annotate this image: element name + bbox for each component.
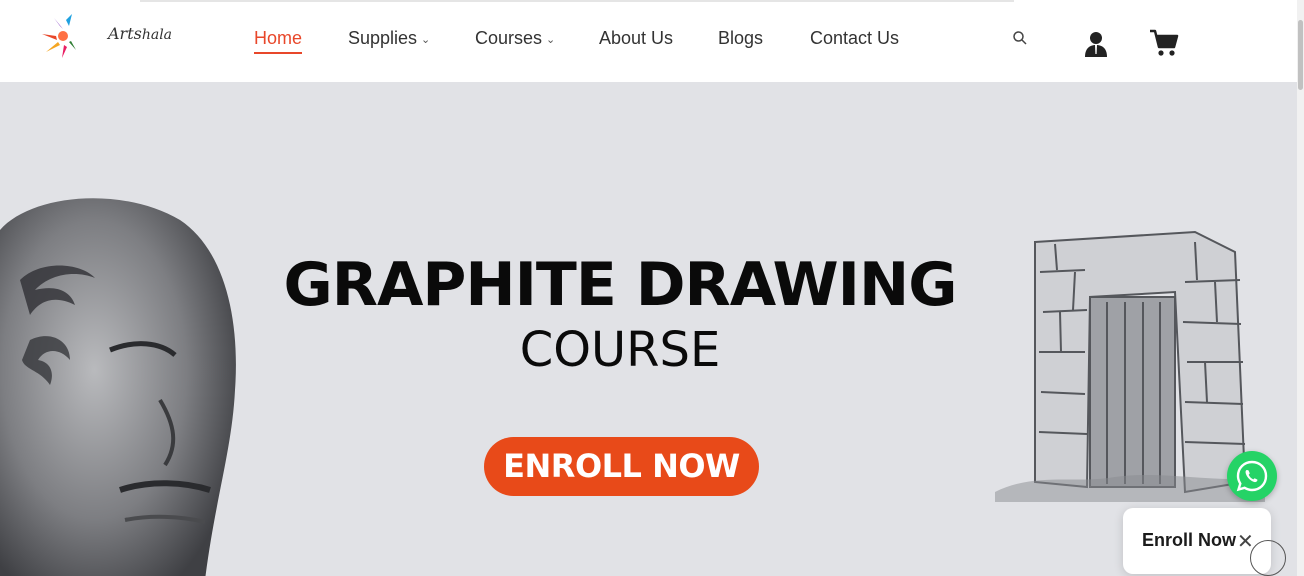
scrollbar-thumb[interactable]	[1298, 20, 1303, 90]
header-divider	[140, 0, 1014, 2]
hero-title: GRAPHITE DRAWING	[283, 250, 958, 320]
whatsapp-button[interactable]	[1227, 451, 1277, 501]
enroll-popup: Enroll Now ✕	[1123, 508, 1271, 574]
hero-banner: GRAPHITE DRAWING COURSE ENROLL NOW	[0, 82, 1297, 576]
logo-text-b: hala	[141, 27, 173, 43]
nav-contact-label: Contact Us	[810, 28, 900, 48]
artshala-logo[interactable]: Artshala	[36, 12, 172, 62]
enroll-now-button[interactable]: ENROLL NOW	[484, 437, 759, 496]
whatsapp-icon	[1236, 460, 1268, 492]
chevron-down-icon: ⌄	[421, 33, 431, 46]
nav-contact-us[interactable]: Contact Us	[810, 28, 899, 49]
nav-blogs-label: Blogs	[718, 28, 764, 48]
user-icon	[1085, 32, 1107, 57]
search-button[interactable]	[1012, 30, 1028, 51]
logo-text-a: Arts	[108, 24, 142, 43]
nav-courses-label: Courses	[475, 28, 543, 48]
cart-icon	[1150, 29, 1179, 56]
nav-supplies[interactable]: Supplies ⌄	[348, 28, 430, 49]
search-icon	[1013, 31, 1027, 45]
nav-about-us[interactable]: About Us	[599, 28, 673, 49]
nav-about-label: About Us	[599, 28, 674, 48]
hero-subtitle: COURSE	[519, 322, 721, 378]
nav-courses[interactable]: Courses ⌄	[475, 28, 555, 49]
nav-blogs[interactable]: Blogs	[718, 28, 763, 49]
account-button[interactable]	[1084, 30, 1108, 63]
scroll-top-button[interactable]	[1250, 540, 1286, 576]
page-scrollbar[interactable]	[1297, 0, 1304, 576]
nav-home-label: Home	[254, 28, 303, 48]
portrait-drawing-art	[0, 198, 236, 576]
site-header: Artshala Home Supplies ⌄ Courses ⌄ About U…	[0, 0, 1297, 82]
nav-supplies-label: Supplies	[348, 28, 418, 48]
chevron-down-icon: ⌄	[546, 33, 556, 46]
nav-home[interactable]: Home	[254, 28, 303, 54]
logo-wordmark: Artshala	[108, 24, 172, 43]
cart-button[interactable]	[1149, 28, 1179, 63]
popup-text[interactable]: Enroll Now	[1142, 530, 1236, 551]
